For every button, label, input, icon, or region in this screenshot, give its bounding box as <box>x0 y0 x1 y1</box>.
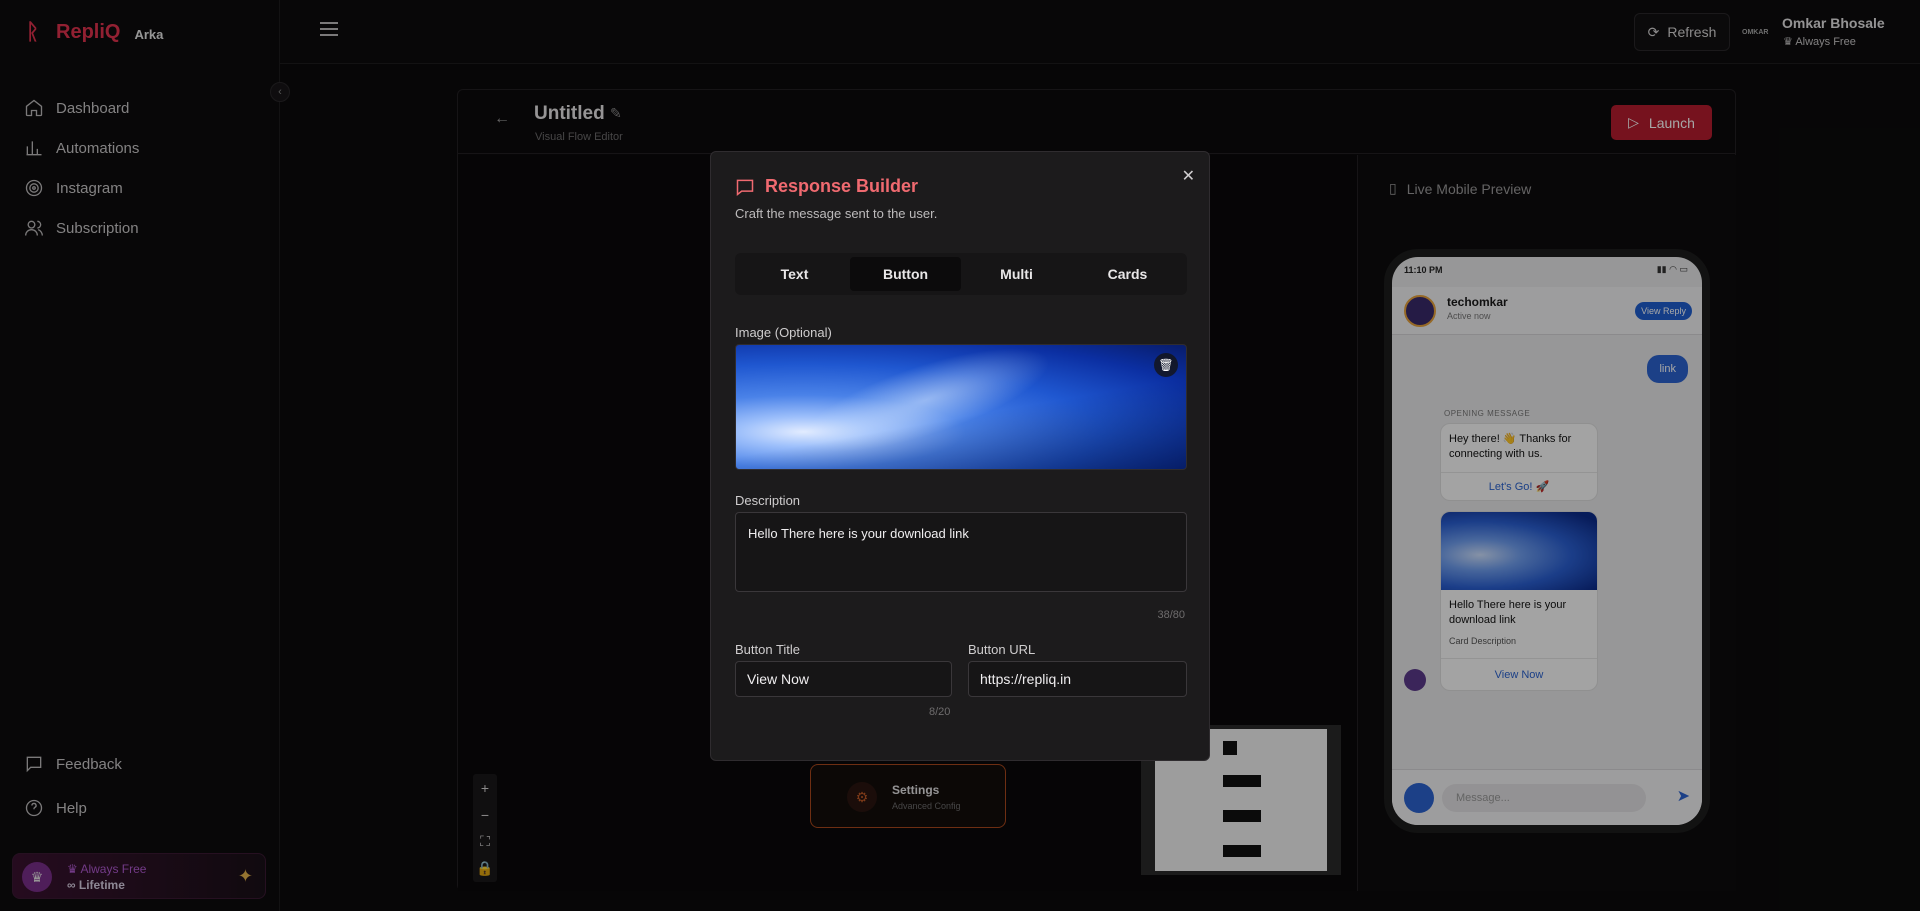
image-label: Image (Optional) <box>735 325 832 340</box>
button-url-label: Button URL <box>968 642 1036 657</box>
button-url-field[interactable]: https://repliq.in <box>968 661 1187 697</box>
image-preview[interactable]: 🗑 <box>735 344 1187 470</box>
button-title-field[interactable]: View Now <box>735 661 952 697</box>
tab-text[interactable]: Text <box>739 257 850 291</box>
modal-title-text: Response Builder <box>765 176 919 196</box>
close-icon[interactable]: ✕ <box>1182 166 1195 186</box>
button-title-label: Button Title <box>735 642 801 657</box>
trash-icon[interactable]: 🗑 <box>1154 353 1178 377</box>
tab-cards[interactable]: Cards <box>1072 257 1183 291</box>
button-title-counter: 8/20 <box>929 706 951 718</box>
description-field[interactable]: Hello There here is your download link <box>735 512 1187 592</box>
modal-subtitle: Craft the message sent to the user. <box>735 206 938 221</box>
modal-title: Response Builder <box>735 176 918 197</box>
message-square-icon <box>736 179 754 196</box>
response-builder-modal: ✕ Response Builder Craft the message sen… <box>710 151 1210 761</box>
tab-button[interactable]: Button <box>850 257 961 291</box>
response-type-tabs: Text Button Multi Cards <box>735 253 1187 295</box>
description-label: Description <box>735 493 801 508</box>
description-counter: 38/80 <box>1157 609 1185 621</box>
tab-multi[interactable]: Multi <box>961 257 1072 291</box>
